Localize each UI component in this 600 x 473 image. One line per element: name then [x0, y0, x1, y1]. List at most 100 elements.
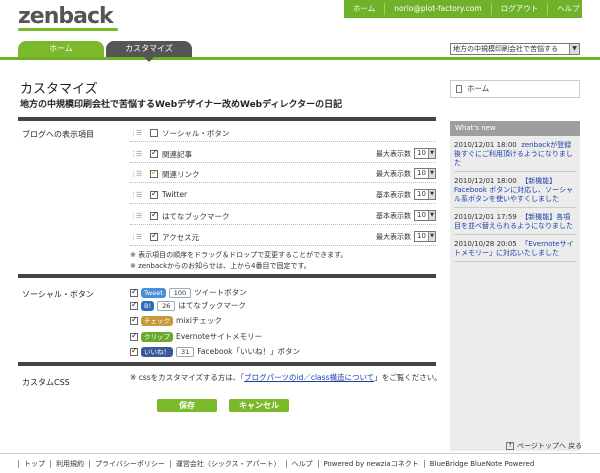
- row-count-value: 10: [417, 190, 426, 198]
- drag-handle-icon[interactable]: ⋮☰: [130, 233, 142, 241]
- footer-powered-newzia: Powered by newziaコネクト: [317, 459, 424, 468]
- news-date: 2010/12/01 18:00: [454, 141, 517, 149]
- section-divider: [18, 117, 436, 121]
- blog-title: 地方の中規模印刷会社で苦悩するWebデザイナー改めWebディレクターの日記: [20, 100, 343, 110]
- row-count-value: 10: [417, 149, 426, 157]
- news-item[interactable]: 2010/12/01 18:00 【新機能】Facebook ボタンに対応し、ソ…: [454, 177, 576, 208]
- row-count-value: 10: [417, 169, 426, 177]
- top-nav-help[interactable]: ヘルプ: [548, 3, 589, 15]
- reorder-note: ※ 表示項目の順序をドラッグ＆ドロップで変更することができます。: [130, 251, 348, 259]
- top-nav-account[interactable]: norio@plot-factory.com: [385, 3, 492, 15]
- sidebar-home-link[interactable]: ホーム: [450, 80, 580, 98]
- footer-link-company[interactable]: 運営会社（シックス・アパート）: [169, 459, 286, 468]
- tab-customize[interactable]: カスタマイズ: [106, 41, 192, 62]
- tab-active-arrow-icon: [144, 57, 154, 62]
- display-row[interactable]: ⋮☰ はてなブックマーク 基本表示数10▼: [130, 209, 436, 225]
- css-structure-link[interactable]: ブログパーツのid／class構造について: [244, 373, 374, 382]
- row-label: ソーシャル・ボタン: [162, 129, 230, 138]
- display-row[interactable]: ⋮☰ 関連記事 最大表示数10▼: [130, 147, 436, 163]
- chevron-down-icon: ▼: [428, 211, 435, 220]
- custom-css-label: カスタムCSS: [22, 378, 70, 387]
- drag-handle-icon[interactable]: ⋮☰: [130, 129, 142, 137]
- social-label: ツイートボタン: [194, 288, 247, 297]
- news-item[interactable]: 2010/12/01 17:59 【新機能】各項目を並べ替えられるようになりまし…: [454, 213, 576, 235]
- footer-link-terms[interactable]: 利用規約: [50, 459, 89, 468]
- news-item[interactable]: 2010/12/01 18:00 zenbackが登録後すぐにご利用頂けるように…: [454, 141, 576, 172]
- row-count-select[interactable]: 10 ▼: [414, 168, 436, 179]
- row-count-select[interactable]: 10 ▼: [414, 189, 436, 200]
- section-divider: [18, 274, 436, 278]
- row-count-label: 基本表示数: [376, 190, 411, 199]
- social-count: 100: [168, 287, 192, 298]
- drag-handle-icon[interactable]: ⋮☰: [130, 191, 142, 199]
- row-label: はてなブックマーク: [162, 212, 230, 221]
- tab-customize-label: カスタマイズ: [125, 44, 173, 53]
- row-count-label: 最大表示数: [376, 232, 411, 241]
- social-label: はてなブックマーク: [178, 301, 246, 310]
- footer-links: トップ 利用規約 プライバシーポリシー 運営会社（シックス・アパート） ヘルプ …: [0, 453, 600, 473]
- footer-link-privacy[interactable]: プライバシーポリシー: [89, 459, 170, 468]
- display-row[interactable]: ⋮☰ アクセス元 最大表示数10▼: [130, 230, 436, 246]
- row-checkbox[interactable]: [150, 148, 158, 158]
- social-option-mixi[interactable]: チェック mixiチェック: [130, 314, 222, 327]
- footer-link-help[interactable]: ヘルプ: [285, 459, 318, 468]
- social-count: 31: [176, 346, 195, 357]
- cancel-button[interactable]: キャンセル: [229, 399, 289, 412]
- row-count-value: 10: [417, 211, 426, 219]
- css-note-prefix: ※ cssをカスタマイズする方は、「: [130, 373, 245, 382]
- chevron-down-icon: ▼: [428, 149, 435, 158]
- page-title: カスタマイズ: [20, 82, 98, 97]
- footer-link-top[interactable]: トップ: [18, 459, 50, 468]
- css-note: ※ cssをカスタマイズする方は、「ブログパーツのid／class構造について」…: [130, 372, 442, 383]
- tab-home[interactable]: ホーム: [18, 41, 104, 57]
- news-date: 2010/12/01 18:00: [454, 177, 517, 185]
- row-checkbox[interactable]: [150, 129, 158, 137]
- blog-select-value: 地方の中規模印刷会社で苦悩する: [453, 45, 558, 53]
- social-option-tweet[interactable]: Tweet 100 ツイートボタン: [130, 286, 247, 299]
- news-item[interactable]: 2010/10/28 20:05 「Evernoteサイトメモリー」に対応いたし…: [454, 240, 576, 262]
- mixi-check-icon: チェック: [141, 315, 173, 326]
- drag-handle-icon[interactable]: ⋮☰: [130, 150, 142, 158]
- row-label: Twitter: [162, 190, 188, 199]
- social-count: 26: [157, 300, 176, 311]
- zenback-logo[interactable]: zenback: [18, 4, 118, 31]
- display-row[interactable]: ⋮☰ 関連リンク 最大表示数10▼: [130, 167, 436, 183]
- row-checkbox[interactable]: [150, 189, 158, 199]
- social-checkbox[interactable]: [130, 315, 138, 325]
- drag-handle-icon[interactable]: ⋮☰: [130, 170, 142, 178]
- row-checkbox[interactable]: [150, 168, 158, 178]
- display-row[interactable]: ⋮☰ ソーシャル・ボタン: [130, 126, 436, 142]
- section-divider: [18, 362, 436, 366]
- page-top-link[interactable]: ↑ ページトップへ 戻る: [506, 441, 582, 451]
- social-option-hatena[interactable]: B! 26 はてなブックマーク: [130, 299, 246, 312]
- row-checkbox[interactable]: [150, 210, 158, 220]
- css-note-suffix: 」をご覧ください。: [374, 373, 442, 382]
- row-count-label: 最大表示数: [376, 169, 411, 178]
- blog-select[interactable]: 地方の中規模印刷会社で苦悩する ▼: [450, 43, 580, 55]
- display-row[interactable]: ⋮☰ Twitter 基本表示数10▼: [130, 188, 436, 204]
- document-icon: [456, 85, 462, 93]
- row-count-label: 最大表示数: [376, 149, 411, 158]
- drag-handle-icon[interactable]: ⋮☰: [130, 212, 142, 220]
- whats-new-title: What's new: [450, 121, 580, 136]
- row-count-select[interactable]: 10 ▼: [414, 210, 436, 221]
- row-count-label: 基本表示数: [376, 211, 411, 220]
- social-checkbox[interactable]: [130, 346, 138, 356]
- social-option-evernote[interactable]: クリップ Evernoteサイトメモリー: [130, 330, 262, 343]
- top-nav: ホーム norio@plot-factory.com ログアウト ヘルプ: [344, 0, 582, 18]
- social-option-facebook[interactable]: いいね！ 31 Facebook「いいね！」ボタン: [130, 345, 300, 358]
- top-nav-home[interactable]: ホーム: [344, 3, 386, 15]
- social-checkbox[interactable]: [130, 300, 138, 310]
- social-checkbox[interactable]: [130, 287, 138, 297]
- news-date: 2010/10/28 20:05: [454, 240, 517, 248]
- row-count-select[interactable]: 10 ▼: [414, 148, 436, 159]
- social-checkbox[interactable]: [130, 331, 138, 341]
- row-count-select[interactable]: 10 ▼: [414, 231, 436, 242]
- row-checkbox[interactable]: [150, 231, 158, 241]
- chevron-down-icon: ▼: [428, 190, 435, 199]
- row-count-value: 10: [417, 232, 426, 240]
- chevron-down-icon: ▼: [428, 169, 435, 178]
- news-date: 2010/12/01 17:59: [454, 213, 517, 221]
- save-button[interactable]: 保存: [157, 399, 217, 412]
- top-nav-logout[interactable]: ログアウト: [492, 3, 549, 15]
